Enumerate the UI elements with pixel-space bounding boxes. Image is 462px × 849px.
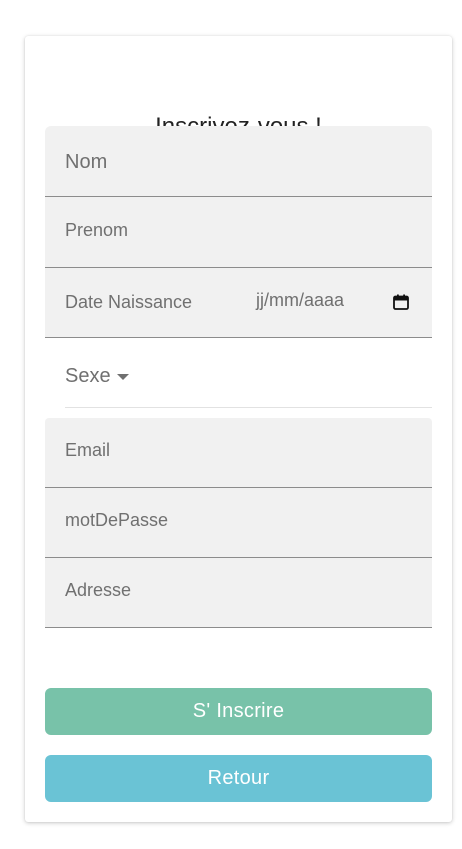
retour-button[interactable]: Retour <box>45 755 432 802</box>
nom-placeholder: Nom <box>65 151 108 173</box>
prenom-placeholder: Prenom <box>65 220 129 240</box>
email-placeholder: Email <box>65 440 111 460</box>
adresse-placeholder: Adresse <box>65 580 132 600</box>
caret-down-icon <box>117 374 129 380</box>
sexe-select[interactable]: Sexe <box>65 338 432 408</box>
date-naissance-field[interactable]: Date Naissance jj/mm/aaaa <box>45 268 432 338</box>
nom-field[interactable]: Nom <box>45 126 432 197</box>
date-naissance-label: Date Naissance <box>65 292 193 312</box>
adresse-field[interactable]: Adresse <box>45 558 432 628</box>
calendar-icon[interactable] <box>393 294 409 310</box>
inscrire-button[interactable]: S' Inscrire <box>45 688 432 735</box>
sexe-label: Sexe <box>65 365 111 387</box>
email-field[interactable]: Email <box>45 418 432 488</box>
mot-de-passe-field[interactable]: motDePasse <box>45 488 432 558</box>
prenom-field[interactable]: Prenom <box>45 197 432 268</box>
date-naissance-value: jj/mm/aaaa <box>256 290 345 310</box>
mot-de-passe-placeholder: motDePasse <box>65 510 169 530</box>
